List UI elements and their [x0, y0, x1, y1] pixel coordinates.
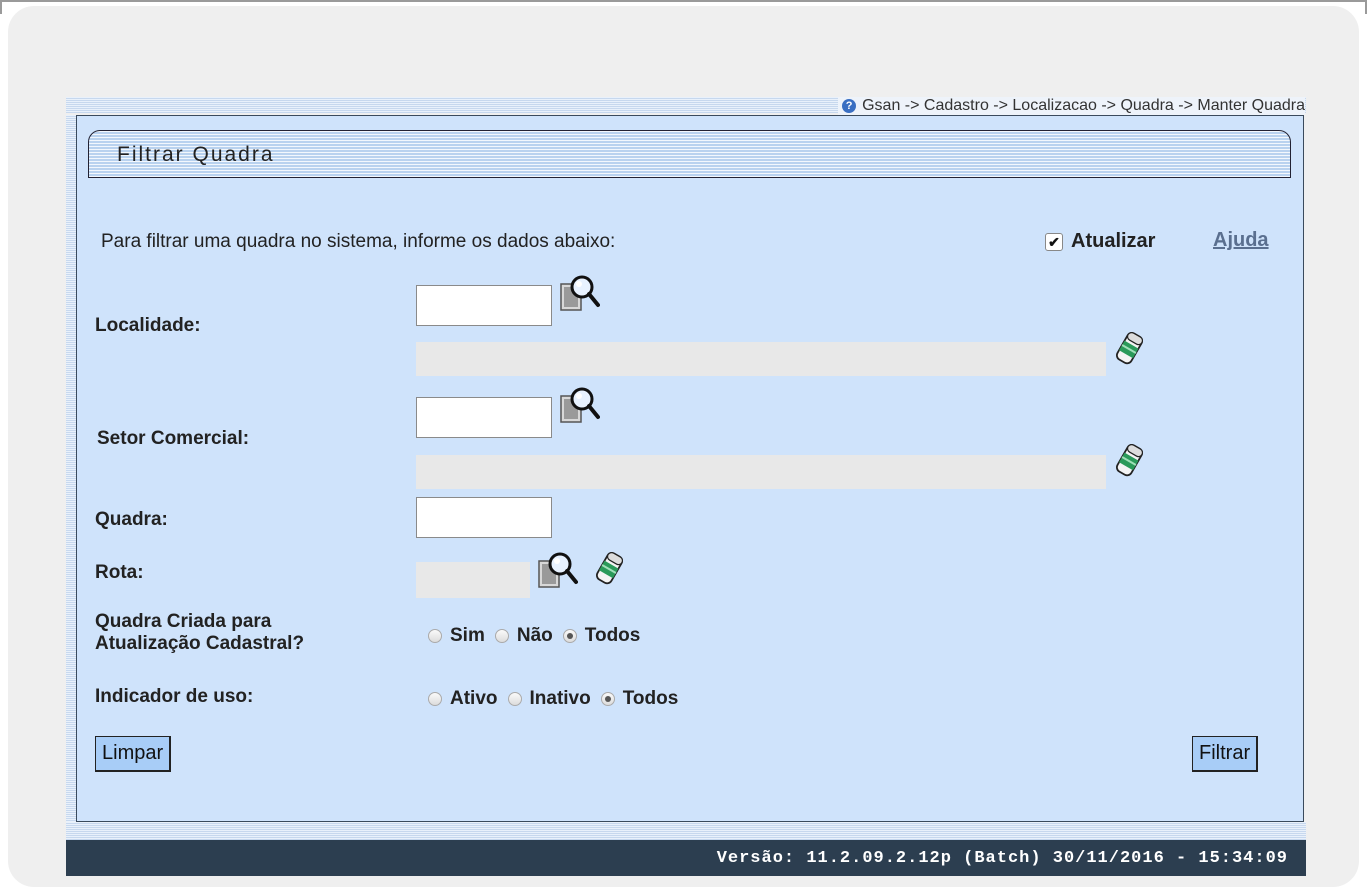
- atualizacao-cadastral-label: Quadra Criada para Atualização Cadastral…: [95, 611, 304, 655]
- atualizar-checkbox-group[interactable]: ✔ Atualizar: [1045, 230, 1155, 253]
- indicador-uso-radio-group: Ativo Inativo Todos: [428, 688, 688, 710]
- atualizacao-cadastral-label-line2: Atualização Cadastral?: [95, 633, 305, 654]
- radio-nao-label: Não: [516, 625, 553, 646]
- rota-field: [416, 562, 530, 598]
- eraser-icon[interactable]: [594, 550, 624, 588]
- localidade-code-input[interactable]: [416, 285, 552, 326]
- setor-comercial-label: Setor Comercial:: [97, 428, 250, 449]
- atualizacao-cadastral-label-line1: Quadra Criada para: [95, 611, 272, 632]
- filter-button[interactable]: Filtrar: [1192, 736, 1259, 772]
- clear-button[interactable]: Limpar: [95, 736, 172, 772]
- eraser-icon[interactable]: [1114, 442, 1144, 480]
- search-icon[interactable]: [536, 549, 578, 591]
- help-link[interactable]: Ajuda: [1213, 229, 1269, 252]
- version-text: Versão: 11.2.09.2.12p (Batch) 30/11/2016…: [716, 848, 1288, 868]
- radio-option-inativo[interactable]: Inativo: [507, 688, 591, 710]
- eraser-icon[interactable]: [1114, 330, 1144, 368]
- breadcrumb: ? Gsan -> Cadastro -> Localizacao -> Qua…: [838, 97, 1305, 115]
- radio-todos-uso-label: Todos: [622, 688, 679, 709]
- radio-sim-label: Sim: [450, 625, 485, 646]
- panel-left-stripes: [66, 115, 76, 835]
- radio-inativo-label: Inativo: [529, 688, 591, 709]
- radio-option-sim[interactable]: Sim: [428, 625, 485, 647]
- radio-todos-label: Todos: [584, 625, 641, 646]
- window-top-border: [0, 0, 1367, 2]
- rota-label: Rota:: [95, 562, 144, 583]
- atualizacao-cadastral-radio-group: Sim Não Todos: [428, 625, 650, 647]
- version-footer: Versão: 11.2.09.2.12p (Batch) 30/11/2016…: [66, 840, 1306, 876]
- radio-todos[interactable]: [562, 629, 577, 643]
- atualizar-checkbox[interactable]: ✔: [1045, 232, 1063, 251]
- localidade-label: Localidade:: [95, 315, 201, 336]
- quadra-input[interactable]: [416, 497, 552, 538]
- radio-option-ativo[interactable]: Ativo: [428, 688, 498, 710]
- atualizar-label: Atualizar: [1071, 230, 1156, 252]
- setor-comercial-code-input[interactable]: [416, 397, 552, 438]
- search-icon[interactable]: [558, 272, 600, 314]
- panel-bottom-stripes: [66, 822, 1306, 840]
- radio-todos-uso[interactable]: [600, 692, 615, 706]
- radio-option-nao[interactable]: Não: [494, 625, 553, 647]
- breadcrumb-text: Gsan -> Cadastro -> Localizacao -> Quadr…: [862, 97, 1305, 114]
- window-left-border: [0, 0, 2, 14]
- page-title: Filtrar Quadra: [117, 143, 275, 166]
- radio-nao[interactable]: [494, 629, 509, 643]
- radio-inativo[interactable]: [507, 692, 522, 706]
- radio-ativo-label: Ativo: [450, 688, 498, 709]
- localidade-description-field: [416, 342, 1106, 376]
- form-title-bar: Filtrar Quadra: [88, 130, 1291, 178]
- search-icon[interactable]: [558, 384, 600, 426]
- quadra-label: Quadra:: [95, 509, 168, 530]
- indicador-uso-label: Indicador de uso:: [95, 686, 254, 707]
- form-instructions: Para filtrar uma quadra no sistema, info…: [101, 231, 616, 252]
- help-icon[interactable]: ?: [842, 99, 857, 113]
- radio-sim[interactable]: [428, 629, 442, 643]
- radio-option-todos-uso[interactable]: Todos: [600, 688, 679, 710]
- radio-ativo[interactable]: [428, 692, 442, 706]
- radio-option-todos[interactable]: Todos: [562, 625, 641, 647]
- setor-comercial-description-field: [416, 455, 1106, 489]
